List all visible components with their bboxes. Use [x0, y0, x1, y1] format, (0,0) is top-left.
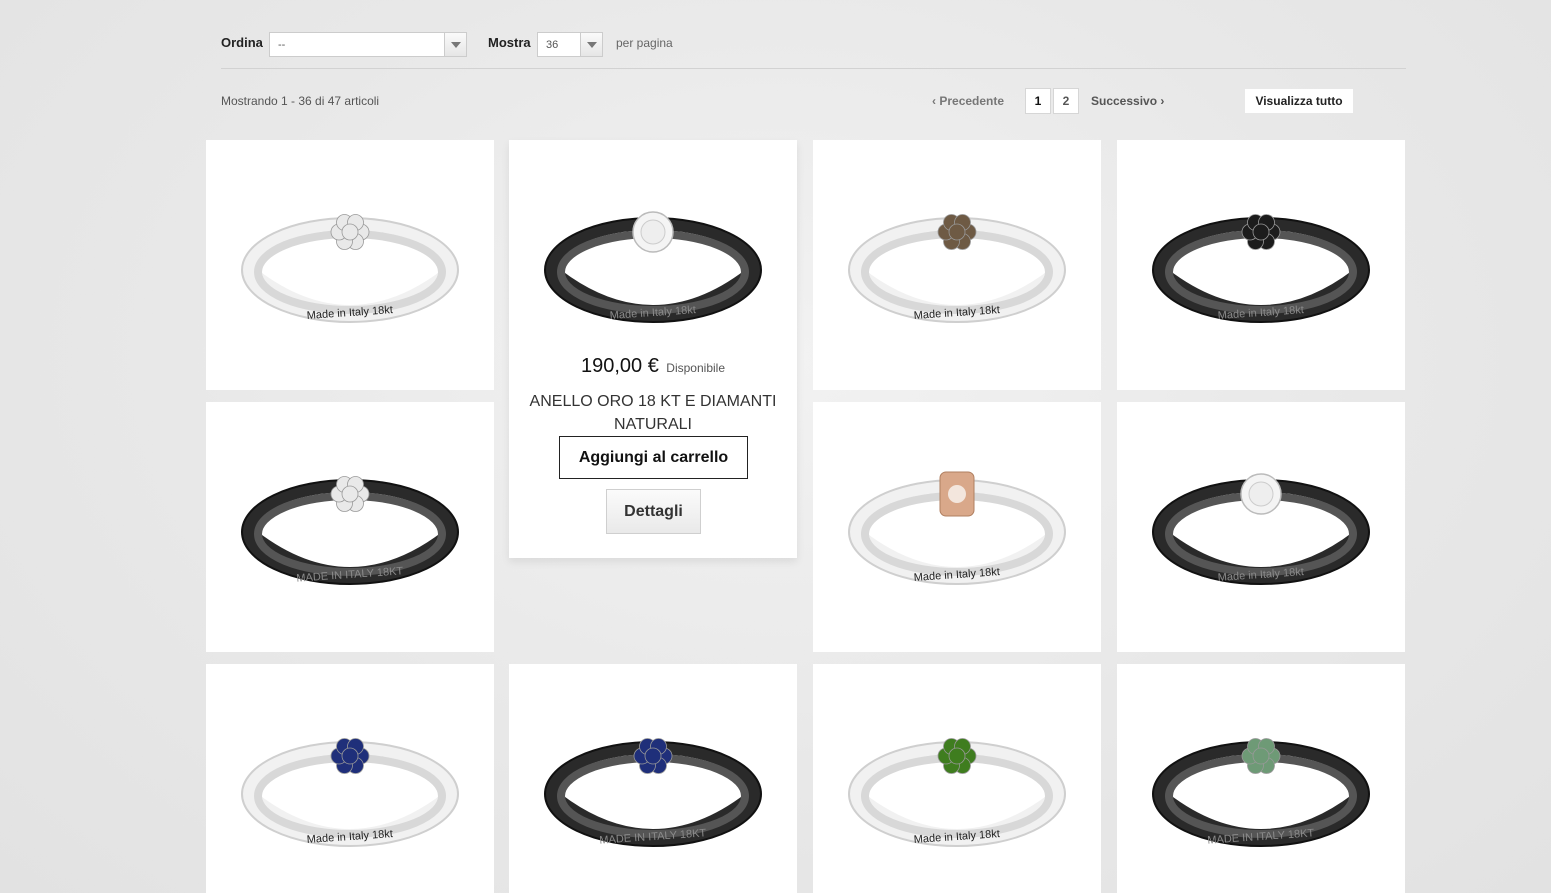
sort-label: Ordina [221, 35, 263, 50]
product-price: 190,00 € [580, 355, 659, 377]
product-card[interactable]: Made in Italy 18kt [813, 664, 1101, 893]
ring-image: MADE IN ITALY 18KT [1152, 738, 1370, 847]
per-page-label: per pagina [616, 36, 673, 50]
product-card[interactable]: Made in Italy 18kt [206, 140, 494, 390]
ring-image: MADE IN ITALY 18KT [241, 476, 459, 585]
previous-page-link[interactable]: ‹ Precedente [932, 94, 1004, 108]
next-page-link[interactable]: Successivo › [1091, 94, 1164, 108]
product-card[interactable]: MADE IN ITALY 18KT [1117, 664, 1405, 893]
ring-image: Made in Italy 18kt [241, 738, 459, 847]
show-label: Mostra [488, 35, 531, 50]
sort-select[interactable]: -- [269, 32, 467, 57]
product-card[interactable]: Made in Italy 18kt [1117, 402, 1405, 652]
ring-image: Made in Italy 18kt [241, 214, 459, 323]
chevron-down-icon[interactable] [580, 33, 602, 56]
ring-image: Made in Italy 18kt [1152, 473, 1370, 585]
previous-page-label: Precedente [939, 94, 1005, 108]
availability-status: Disponibile [666, 361, 725, 375]
ring-image: Made in Italy 18kt [848, 471, 1066, 585]
per-page-select-value: 36 [546, 39, 559, 51]
ring-image: Made in Italy 18kt [848, 214, 1066, 323]
ring-image: MADE IN ITALY 18KT [544, 738, 762, 847]
product-card[interactable]: MADE IN ITALY 18KT [509, 664, 797, 893]
sort-select-value: -- [278, 39, 286, 51]
sort-toolbar: Ordina -- Mostra 36 per pagina [221, 30, 1406, 68]
next-page-label: Successivo [1091, 94, 1158, 108]
chevron-right-icon: › [1157, 94, 1165, 108]
product-card[interactable]: Made in Italy 18kt 190,00 € Disponibile … [509, 140, 797, 558]
page-2-button[interactable]: 2 [1053, 88, 1079, 114]
toolbar-divider [221, 68, 1406, 69]
add-to-cart-button[interactable]: Aggiungi al carrello [559, 436, 748, 479]
price-line: 190,00 € Disponibile [509, 355, 797, 378]
product-card[interactable]: Made in Italy 18kt [813, 402, 1101, 652]
product-name[interactable]: ANELLO ORO 18 KT E DIAMANTI NATURALI [517, 390, 789, 436]
ring-image: Made in Italy 18kt [848, 738, 1066, 847]
details-button[interactable]: Dettagli [606, 489, 701, 534]
view-all-button[interactable]: Visualizza tutto [1245, 89, 1353, 113]
product-card[interactable]: Made in Italy 18kt [206, 664, 494, 893]
page-1-button[interactable]: 1 [1025, 88, 1051, 114]
product-card[interactable]: Made in Italy 18kt [1117, 140, 1405, 390]
chevron-down-icon[interactable] [444, 33, 466, 56]
product-card[interactable]: Made in Italy 18kt [813, 140, 1101, 390]
ring-image: Made in Italy 18kt [544, 211, 762, 323]
ring-image: Made in Italy 18kt [1152, 214, 1370, 323]
per-page-select[interactable]: 36 [537, 32, 603, 57]
product-card[interactable]: MADE IN ITALY 18KT [206, 402, 494, 652]
results-summary: Mostrando 1 - 36 di 47 articoli [221, 94, 380, 108]
